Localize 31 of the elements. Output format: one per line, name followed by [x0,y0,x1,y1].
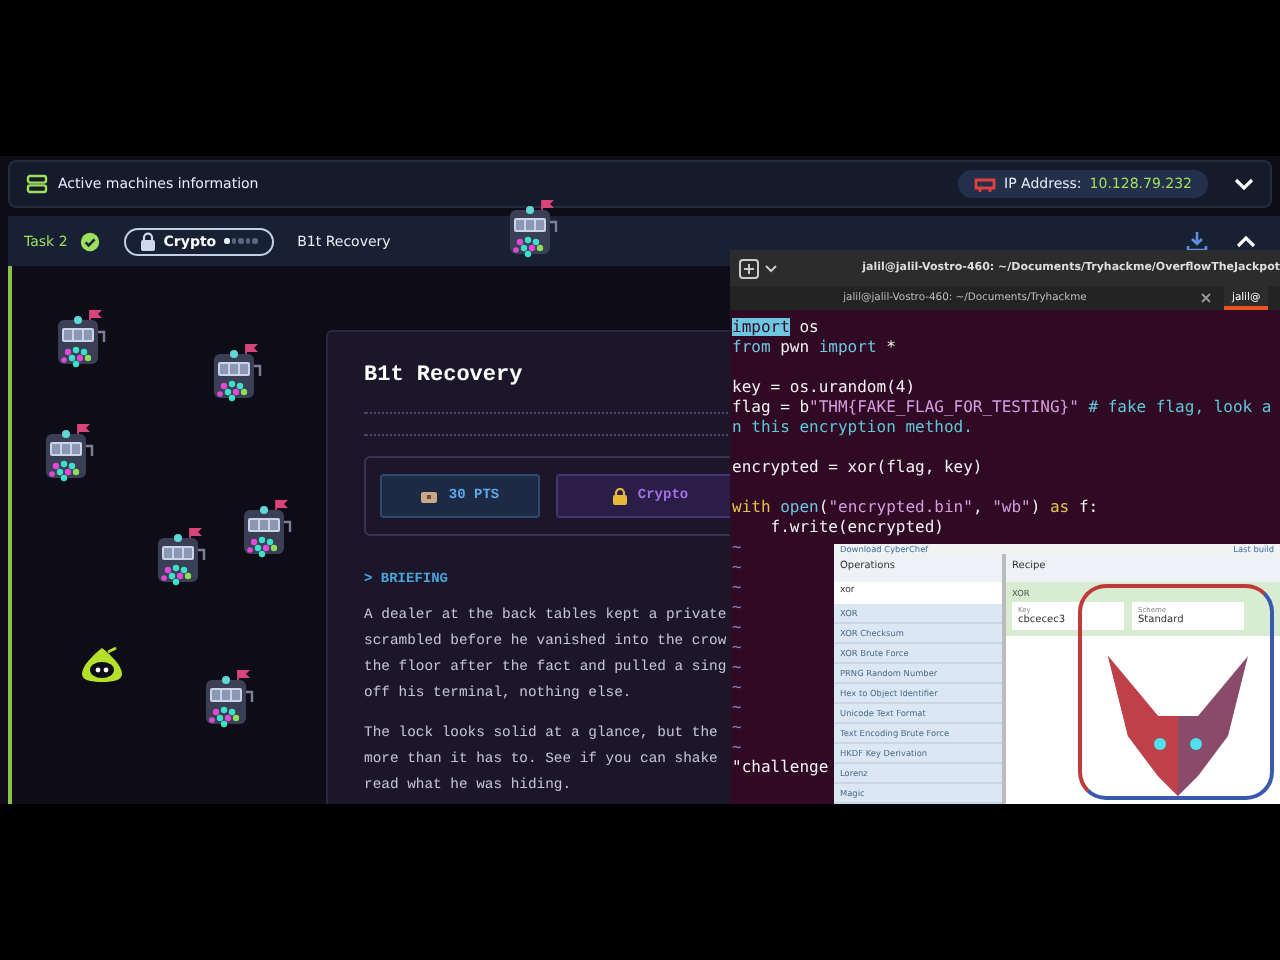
empty-line-marker: ~ [730,738,742,758]
empty-line-marker: ~ [730,658,742,678]
empty-line-marker: ~ [730,718,742,738]
code-line: n this encryption method. [730,418,973,438]
code-line: flag = b"THM{FAKE_FLAG_FOR_TESTING}" # fake flag, look a [730,398,1272,418]
server-icon [26,174,48,194]
empty-line-marker: ~ [730,618,742,638]
code-line: encrypted = xor(flag, key) [730,458,983,478]
code-line: key = os.urandom(4) [730,378,916,398]
empty-line-marker: ~ [730,598,742,618]
challenge-title: B1t Recovery [364,364,523,388]
code-line: with open("encrypted.bin", "wb") as f: [730,498,1099,518]
empty-line-marker: ~ [730,698,742,718]
chest-icon [420,488,439,504]
chevron-icon[interactable] [1236,234,1256,248]
empty-line-marker: ~ [730,578,742,598]
code-line: from pwn import * [730,338,896,358]
empty-line-marker: ~ [730,558,742,578]
lock-icon [611,487,628,505]
code-line: "challenge [730,758,829,778]
close-icon[interactable] [1200,292,1212,304]
download-icon[interactable] [1186,231,1208,251]
empty-line-marker: ~ [730,538,742,558]
new-tab-icon[interactable] [738,257,782,279]
chevron-icon[interactable] [1234,177,1254,191]
network-icon [974,175,997,193]
code-line: import os [730,318,819,338]
empty-line-marker: ~ [730,678,742,698]
empty-line-marker: ~ [730,638,742,658]
code-line: f.write(encrypted) [768,518,944,538]
mascot-icon [78,644,126,684]
